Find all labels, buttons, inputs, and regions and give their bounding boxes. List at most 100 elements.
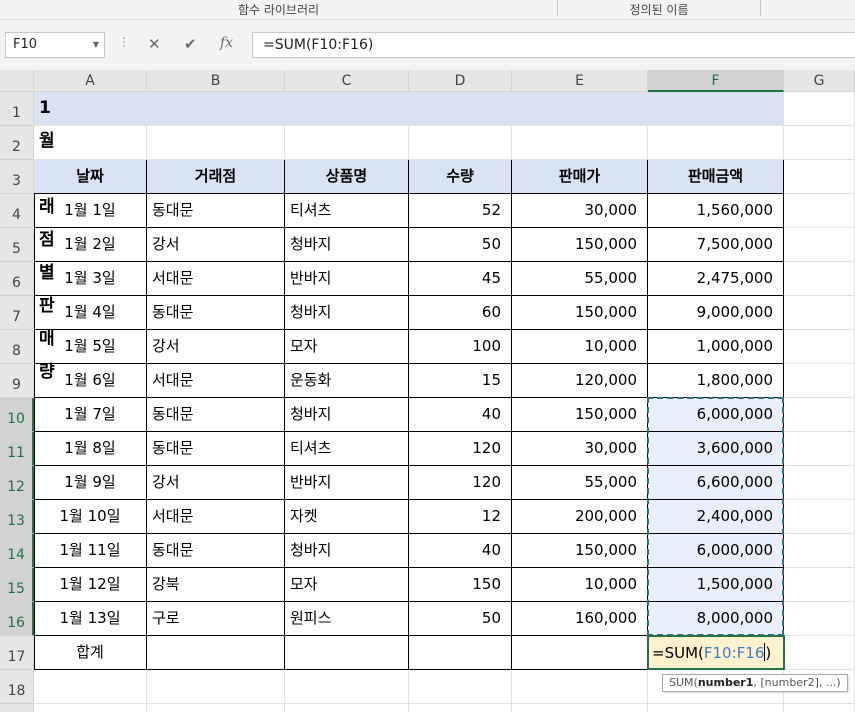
column-header-c[interactable]: C	[285, 70, 409, 92]
number-cell[interactable]: 1,000,000	[648, 330, 784, 364]
text-cell[interactable]: 청바지	[285, 296, 409, 330]
text-cell[interactable]: 강서	[147, 330, 285, 364]
date-cell[interactable]: 1월 2일	[34, 228, 147, 262]
date-cell[interactable]: 1월 10일	[34, 500, 147, 534]
number-cell[interactable]: 150	[409, 568, 512, 602]
row-header-9[interactable]: 9	[0, 364, 34, 398]
number-cell[interactable]: 150,000	[512, 398, 648, 432]
number-cell[interactable]: 50	[409, 228, 512, 262]
row-header-4[interactable]: 4	[0, 194, 34, 228]
number-cell[interactable]: 10,000	[512, 330, 648, 364]
number-cell[interactable]: 100	[409, 330, 512, 364]
text-cell[interactable]: 모자	[285, 330, 409, 364]
column-header-f[interactable]: F	[648, 70, 784, 92]
number-cell[interactable]: 60	[409, 296, 512, 330]
select-all-corner[interactable]	[0, 70, 34, 92]
number-cell[interactable]: 52	[409, 194, 512, 228]
number-cell[interactable]: 40	[409, 534, 512, 568]
row-header-14[interactable]: 14	[0, 534, 34, 568]
number-cell[interactable]: 120	[409, 432, 512, 466]
text-cell[interactable]: 서대문	[147, 364, 285, 398]
number-cell[interactable]: 160,000	[512, 602, 648, 636]
text-cell[interactable]: 티셔츠	[285, 432, 409, 466]
cancel-formula-icon[interactable]: ✕	[148, 35, 161, 53]
date-cell[interactable]: 1월 4일	[34, 296, 147, 330]
text-cell[interactable]: 구로	[147, 602, 285, 636]
text-cell[interactable]: 티셔츠	[285, 194, 409, 228]
column-header-g[interactable]: G	[784, 70, 855, 92]
table-header-cell[interactable]: 판매금액	[648, 160, 784, 194]
number-cell[interactable]: 120,000	[512, 364, 648, 398]
date-cell[interactable]: 1월 12일	[34, 568, 147, 602]
total-empty-cell[interactable]	[147, 636, 285, 670]
number-cell[interactable]: 30,000	[512, 194, 648, 228]
insert-function-icon[interactable]: fx	[220, 35, 233, 51]
column-header-b[interactable]: B	[147, 70, 285, 92]
row-header-8[interactable]: 8	[0, 330, 34, 364]
number-cell[interactable]: 9,000,000	[648, 296, 784, 330]
row-header-6[interactable]: 6	[0, 262, 34, 296]
number-cell[interactable]: 50	[409, 602, 512, 636]
number-cell[interactable]: 55,000	[512, 466, 648, 500]
column-header-a[interactable]: A	[34, 70, 147, 92]
date-cell[interactable]: 1월 5일	[34, 330, 147, 364]
date-cell[interactable]: 1월 1일	[34, 194, 147, 228]
column-header-e[interactable]: E	[512, 70, 648, 92]
number-cell[interactable]: 2,475,000	[648, 262, 784, 296]
date-cell[interactable]: 1월 9일	[34, 466, 147, 500]
chevron-down-icon[interactable]: ▼	[93, 33, 99, 57]
text-cell[interactable]: 강서	[147, 466, 285, 500]
text-cell[interactable]: 동대문	[147, 398, 285, 432]
number-cell[interactable]: 7,500,000	[648, 228, 784, 262]
row-header-10[interactable]: 10	[0, 398, 34, 432]
number-cell[interactable]: 200,000	[512, 500, 648, 534]
cell-formula-editor[interactable]: =SUM(F10:F16)	[649, 637, 771, 670]
text-cell[interactable]: 반바지	[285, 262, 409, 296]
text-cell[interactable]: 운동화	[285, 364, 409, 398]
number-cell[interactable]: 150,000	[512, 228, 648, 262]
text-cell[interactable]: 동대문	[147, 534, 285, 568]
number-cell[interactable]: 1,560,000	[648, 194, 784, 228]
date-cell[interactable]: 1월 13일	[34, 602, 147, 636]
row-header-13[interactable]: 13	[0, 500, 34, 534]
total-label-cell[interactable]: 합계	[34, 636, 147, 670]
date-cell[interactable]: 1월 8일	[34, 432, 147, 466]
row-header-2[interactable]: 2	[0, 126, 34, 160]
table-header-cell[interactable]: 판매가	[512, 160, 648, 194]
row-header-19[interactable]: 19	[0, 704, 34, 712]
row-header-5[interactable]: 5	[0, 228, 34, 262]
number-cell[interactable]: 45	[409, 262, 512, 296]
text-cell[interactable]: 동대문	[147, 296, 285, 330]
row-header-7[interactable]: 7	[0, 296, 34, 330]
row-header-12[interactable]: 12	[0, 466, 34, 500]
number-cell[interactable]: 12	[409, 500, 512, 534]
row-header-11[interactable]: 11	[0, 432, 34, 466]
number-cell[interactable]: 150,000	[512, 296, 648, 330]
text-cell[interactable]: 청바지	[285, 534, 409, 568]
tooltip-function-name[interactable]: SUM(	[669, 676, 698, 689]
table-header-cell[interactable]: 날짜	[34, 160, 147, 194]
total-empty-cell[interactable]	[512, 636, 648, 670]
number-cell[interactable]: 30,000	[512, 432, 648, 466]
number-cell[interactable]: 150,000	[512, 534, 648, 568]
text-cell[interactable]: 동대문	[147, 432, 285, 466]
number-cell[interactable]: 1,800,000	[648, 364, 784, 398]
formula-input[interactable]: =SUM(F10:F16)	[252, 32, 855, 58]
date-cell[interactable]: 1월 7일	[34, 398, 147, 432]
active-editing-cell[interactable]: =SUM(F10:F16)	[647, 635, 785, 670]
text-cell[interactable]: 청바지	[285, 228, 409, 262]
date-cell[interactable]: 1월 11일	[34, 534, 147, 568]
name-box[interactable]: F10 ▼	[5, 32, 105, 58]
row-header-18[interactable]: 18	[0, 670, 34, 704]
column-header-d[interactable]: D	[409, 70, 512, 92]
text-cell[interactable]: 서대문	[147, 500, 285, 534]
row-header-17[interactable]: 17	[0, 636, 34, 670]
text-cell[interactable]: 강북	[147, 568, 285, 602]
text-cell[interactable]: 서대문	[147, 262, 285, 296]
number-cell[interactable]: 15	[409, 364, 512, 398]
row-header-3[interactable]: 3	[0, 160, 34, 194]
text-cell[interactable]: 자켓	[285, 500, 409, 534]
table-header-cell[interactable]: 상품명	[285, 160, 409, 194]
date-cell[interactable]: 1월 6일	[34, 364, 147, 398]
total-empty-cell[interactable]	[409, 636, 512, 670]
